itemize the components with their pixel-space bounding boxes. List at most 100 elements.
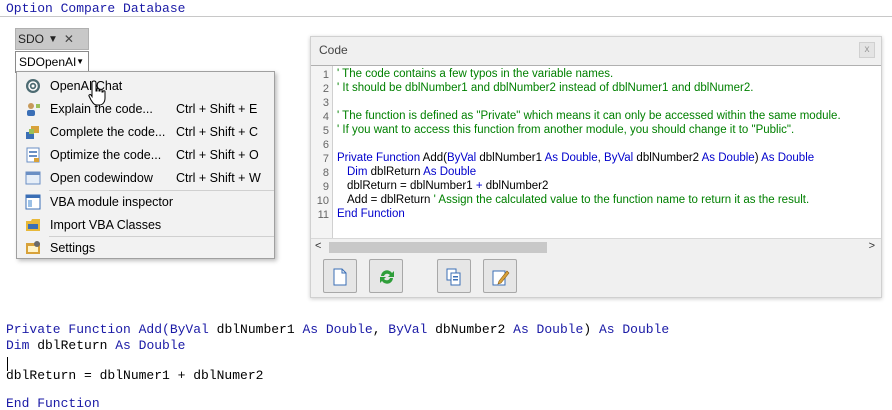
code-token: Add = dblReturn [347,194,434,206]
code-token: dblReturn = dblNumber1 [347,180,476,192]
line-number: 5 [322,125,329,137]
toolbar-title: SDO [18,32,45,46]
code-token: + [475,180,483,192]
code-token: dblNumber1 [208,322,303,337]
code-token: As Double [598,322,670,337]
line-number-gutter: 1 2 3 4 5 6 7 8 9 10 11 [311,66,333,238]
code-line-function-signature: Private Function Add(ByVal dblNumber1 As… [337,152,814,164]
code-comment-line: ' If you want to access this function fr… [337,124,795,136]
code-token: , [372,322,389,337]
code-token: dblNumber2 [482,180,549,192]
menu-item-label: Import VBA Classes [50,217,162,232]
code-token: As Double [701,152,755,164]
explain-icon [25,101,41,117]
import-icon [25,217,41,233]
copy-button[interactable] [437,259,471,293]
chat-icon [25,78,41,94]
refresh-button[interactable] [369,259,403,293]
code-token: As Double [761,152,815,164]
code-comment-line: ' The function is defined as "Private" w… [337,110,841,122]
line-number: 7 [322,153,329,165]
optimize-icon [25,147,41,163]
menu-item-vba-module-inspector[interactable]: VBA module inspector [17,190,274,213]
menu-item-label: Optimize the code... [50,147,162,162]
scroll-right-icon[interactable]: > [869,240,875,252]
menu-item-settings[interactable]: Settings [17,236,274,259]
menu-item-complete-code[interactable]: Complete the code... Ctrl + Shift + C [17,120,274,143]
code-token: As Double [513,322,584,337]
menu-item-open-codewindow[interactable]: Open codewindow Ctrl + Shift + W [17,166,274,189]
code-token: Dim [347,166,368,178]
line-number: 11 [317,209,329,221]
menu-item-label: Settings [50,240,96,255]
edit-icon [492,270,510,286]
line-number: 4 [322,111,329,123]
line-number: 1 [322,69,329,81]
menu-item-shortcut: Ctrl + Shift + E [176,101,258,116]
code-token: dblReturn [29,338,116,353]
settings-icon [25,240,41,256]
new-document-icon [333,268,347,286]
code-token: Private Function Add(ByVal [6,322,209,337]
line-number: 8 [322,167,329,179]
code-token: As Double [302,322,373,337]
menu-item-shortcut: Ctrl + Shift + O [176,147,259,162]
procedure-divider [0,16,892,17]
menu-item-openai-chat[interactable]: OpenAI Chat [17,74,274,97]
code-token: As Double [423,166,477,178]
code-token: Dim [6,338,30,353]
menu-item-label: OpenAI Chat [50,78,123,93]
code-line-assignment: dblReturn = dblNumber1 + dblNumber2 [347,180,548,192]
line-number: 2 [322,83,329,95]
code-token: As Double [544,152,598,164]
menu-item-label: Open codewindow [50,170,153,185]
code-comment-line: ' It should be dblNumber1 and dblNumber2… [337,82,754,94]
sdopenai-dropdown-button[interactable]: SDOpenAI ▼ [15,51,89,73]
code-line-function-signature[interactable]: Private Function Add(ByVal dblNumber1 As… [6,322,669,337]
inspector-icon [25,194,41,210]
code-line-end-function[interactable]: End Function [6,396,100,410]
line-number: 6 [322,139,329,151]
new-document-button[interactable] [323,259,357,293]
code-line-assignment[interactable]: dblReturn = dblNumer1 + dblNumer2 [6,368,263,383]
code-token: ) [583,322,599,337]
code-window[interactable]: Code x 1 2 3 4 5 6 7 8 9 10 11 ' The cod… [310,36,882,298]
menu-item-shortcut: Ctrl + Shift + W [176,170,261,185]
menu-item-label: Explain the code... [50,101,153,116]
code-line-dim: Dim dblReturn As Double [347,166,476,178]
hand-cursor-icon [88,80,106,106]
code-window-title: Code [319,43,348,57]
code-token: ByVal [604,152,634,164]
menu-item-optimize-code[interactable]: Optimize the code... Ctrl + Shift + O [17,143,274,166]
code-token: dblNumber1 [476,152,545,164]
line-number: 10 [316,195,329,207]
code-token: Add( [420,152,447,164]
edit-button[interactable] [483,259,517,293]
menu-item-label: Complete the code... [50,124,166,139]
code-line-dim[interactable]: Dim dblReturn As Double [6,338,185,353]
copy-icon [446,268,461,286]
menu-item-label: VBA module inspector [50,194,173,209]
toolbar-close-icon[interactable]: ✕ [64,32,74,46]
option-compare-line: Option Compare Database [6,1,186,16]
menu-item-import-vba-classes[interactable]: Import VBA Classes [17,213,274,236]
scrollbar-thumb[interactable] [329,242,547,253]
code-token: As Double [115,338,186,353]
line-number: 3 [322,97,329,109]
code-token: dblNumber2 [633,152,702,164]
scroll-left-icon[interactable]: < [315,240,321,252]
horizontal-scrollbar[interactable]: < > [311,238,881,255]
refresh-icon [380,270,394,284]
code-token: dbNumber2 [427,322,514,337]
code-token: ByVal [446,152,477,164]
toolbar-options-icon[interactable]: ▼ [48,34,58,45]
sdopenai-button-label: SDOpenAI [19,55,77,69]
sdo-toolbar[interactable]: SDO ▼ ✕ [15,28,89,50]
code-token: ' Assign the calculated value to the fun… [433,194,810,206]
codewindow-icon [25,170,41,186]
menu-item-explain-code[interactable]: Explain the code... Ctrl + Shift + E [17,97,274,120]
sdopenai-menu: OpenAI Chat Explain the code... Ctrl + S… [16,71,275,259]
code-window-editor[interactable]: 1 2 3 4 5 6 7 8 9 10 11 ' The code conta… [311,65,881,255]
close-icon[interactable]: x [859,42,875,58]
code-comment-line: ' The code contains a few typos in the v… [337,68,614,80]
